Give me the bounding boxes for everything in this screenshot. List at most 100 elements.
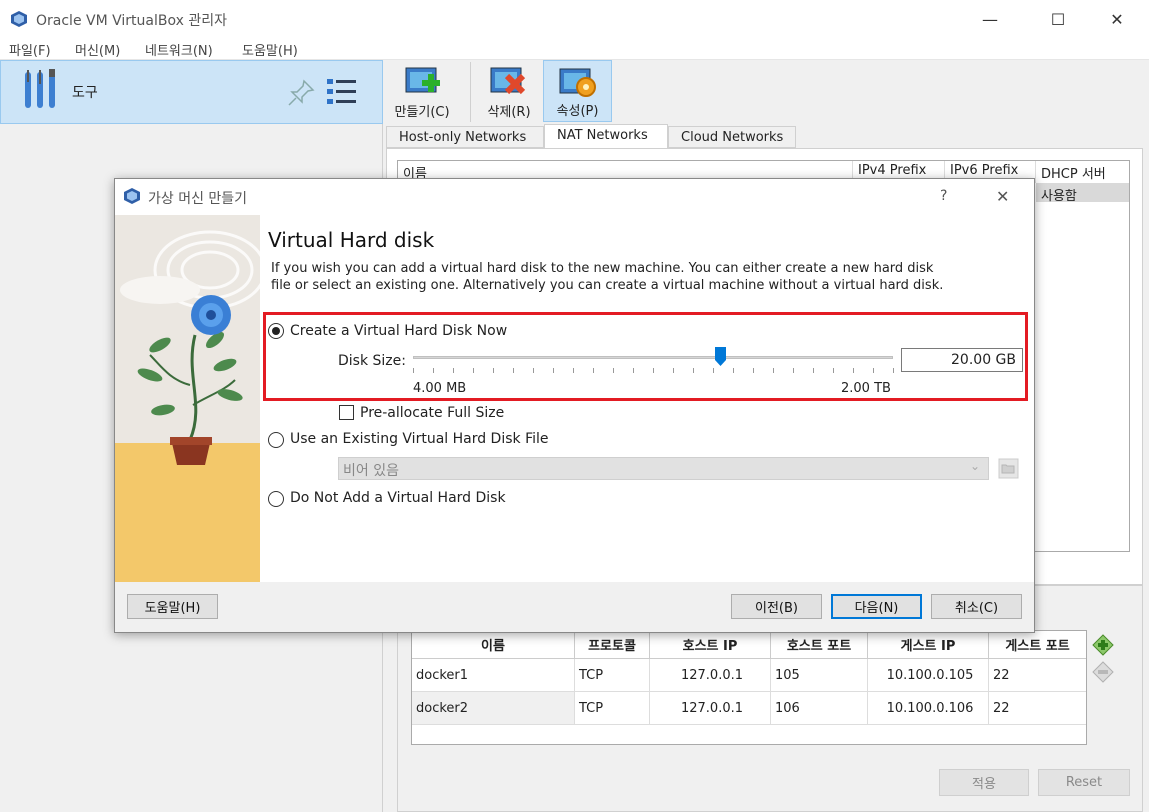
- radio-no-disk[interactable]: [268, 491, 284, 507]
- slider-tick: [513, 368, 514, 373]
- pf-cell-protocol: TCP: [575, 659, 650, 692]
- next-button[interactable]: 다음(N): [831, 594, 922, 619]
- slider-tick: [613, 368, 614, 373]
- slider-tick: [853, 368, 854, 373]
- dialog-help-button[interactable]: ?: [940, 188, 947, 204]
- maximize-button[interactable]: ☐: [1035, 0, 1081, 38]
- remove-rule-icon[interactable]: [1091, 660, 1115, 684]
- properties-label: 속성(P): [556, 104, 599, 119]
- dhcp-value[interactable]: 사용함: [1036, 183, 1129, 204]
- slider-tick: [733, 368, 734, 373]
- slider-thumb[interactable]: [714, 347, 726, 366]
- slider-tick: [753, 368, 754, 373]
- disk-size-input[interactable]: 20.00 GB: [901, 348, 1023, 372]
- slider-tick: [453, 368, 454, 373]
- properties-icon: [558, 65, 598, 101]
- preallocate-label[interactable]: Pre-allocate Full Size: [360, 405, 504, 421]
- pf-col-protocol[interactable]: 프로토콜: [575, 631, 650, 659]
- radio-existing-disk[interactable]: [268, 432, 284, 448]
- menu-machine[interactable]: 머신(M): [75, 40, 120, 59]
- folder-icon[interactable]: [998, 458, 1019, 479]
- slider-tick: [893, 368, 894, 373]
- radio-existing-label[interactable]: Use an Existing Virtual Hard Disk File: [290, 431, 549, 447]
- pf-cell-host-ip: 127.0.0.1: [650, 659, 771, 692]
- pf-cell-guest-port: 22: [989, 659, 1086, 692]
- dialog-close-button[interactable]: ✕: [996, 187, 1009, 206]
- preallocate-checkbox[interactable]: [339, 405, 354, 420]
- add-rule-icon[interactable]: [1091, 633, 1115, 657]
- back-button[interactable]: 이전(B): [731, 594, 822, 619]
- properties-button[interactable]: 속성(P): [543, 60, 612, 122]
- tab-nat[interactable]: NAT Networks: [544, 124, 668, 149]
- cancel-button[interactable]: 취소(C): [931, 594, 1022, 619]
- dialog-logo-icon: [123, 187, 141, 205]
- menu-network[interactable]: 네트워크(N): [145, 40, 213, 59]
- pf-cell-name: docker2: [412, 692, 575, 725]
- list-menu-icon[interactable]: [326, 77, 358, 107]
- radio-create-disk[interactable]: [268, 323, 284, 339]
- plant-illustration: [115, 215, 260, 582]
- pf-col-guest-port[interactable]: 게스트 포트: [989, 631, 1086, 659]
- disk-size-label: Disk Size:: [338, 353, 406, 369]
- toolbar-separator: [470, 62, 471, 122]
- window-title: Oracle VM VirtualBox 관리자: [36, 13, 227, 29]
- create-button[interactable]: 만들기(C): [388, 60, 456, 122]
- menu-help[interactable]: 도움말(H): [242, 40, 298, 59]
- pf-cell-host-ip: 127.0.0.1: [650, 692, 771, 725]
- menu-file[interactable]: 파일(F): [9, 40, 51, 59]
- remove-button[interactable]: 삭제(R): [475, 60, 543, 122]
- help-button[interactable]: 도움말(H): [127, 594, 218, 619]
- slider-tick: [473, 368, 474, 373]
- pf-col-guest-ip[interactable]: 게스트 IP: [868, 631, 989, 659]
- slider-tick: [633, 368, 634, 373]
- create-network-icon: [404, 64, 442, 100]
- create-label: 만들기(C): [394, 105, 450, 120]
- close-button[interactable]: ✕: [1094, 0, 1140, 38]
- pf-col-host-port[interactable]: 호스트 포트: [771, 631, 868, 659]
- slider-tick: [593, 368, 594, 373]
- pf-cell-name: docker1: [412, 659, 575, 692]
- slider-tick: [833, 368, 834, 373]
- pf-cell-guest-port: 22: [989, 692, 1086, 725]
- slider-tick: [653, 368, 654, 373]
- dialog-title-bar: [115, 179, 1034, 215]
- slider-tick: [813, 368, 814, 373]
- pf-col-name[interactable]: 이름: [412, 631, 575, 659]
- dialog-title: 가상 머신 만들기: [148, 191, 248, 207]
- dialog-description: If you wish you can add a virtual hard d…: [271, 261, 944, 293]
- pf-cell-protocol: TCP: [575, 692, 650, 725]
- dialog-heading: Virtual Hard disk: [268, 228, 435, 252]
- pf-cell-host-port: 105: [771, 659, 868, 692]
- pin-icon[interactable]: [286, 78, 316, 108]
- existing-disk-select[interactable]: 비어 있음: [338, 457, 989, 480]
- col-dhcp[interactable]: DHCP 서버: [1036, 161, 1129, 183]
- slider-max-label: 2.00 TB: [841, 381, 891, 396]
- tools-label: 도구: [72, 85, 98, 101]
- slider-tick: [433, 368, 434, 373]
- slider-tick: [713, 368, 714, 373]
- tab-host-only[interactable]: Host-only Networks: [386, 126, 544, 148]
- tab-cloud[interactable]: Cloud Networks: [668, 126, 796, 148]
- slider-tick: [793, 368, 794, 373]
- pf-col-host-ip[interactable]: 호스트 IP: [650, 631, 771, 659]
- reset-button[interactable]: Reset: [1038, 769, 1130, 796]
- chevron-down-icon: ⌄: [970, 459, 981, 473]
- apply-button[interactable]: 적용: [939, 769, 1029, 796]
- slider-tick: [673, 368, 674, 373]
- slider-tick: [493, 368, 494, 373]
- slider-tick: [773, 368, 774, 373]
- radio-create-label[interactable]: Create a Virtual Hard Disk Now: [290, 323, 507, 339]
- tools-icon: [22, 68, 60, 112]
- slider-tick: [413, 368, 414, 373]
- pf-cell-guest-ip: 10.100.0.105: [868, 659, 989, 692]
- slider-min-label: 4.00 MB: [413, 381, 467, 396]
- remove-label: 삭제(R): [487, 105, 531, 120]
- slider-tick: [573, 368, 574, 373]
- minimize-button[interactable]: —: [967, 0, 1013, 38]
- slider-tick: [533, 368, 534, 373]
- slider-tick: [693, 368, 694, 373]
- disk-size-slider[interactable]: [413, 356, 893, 359]
- slider-tick: [553, 368, 554, 373]
- pf-cell-host-port: 106: [771, 692, 868, 725]
- radio-no-disk-label[interactable]: Do Not Add a Virtual Hard Disk: [290, 490, 506, 506]
